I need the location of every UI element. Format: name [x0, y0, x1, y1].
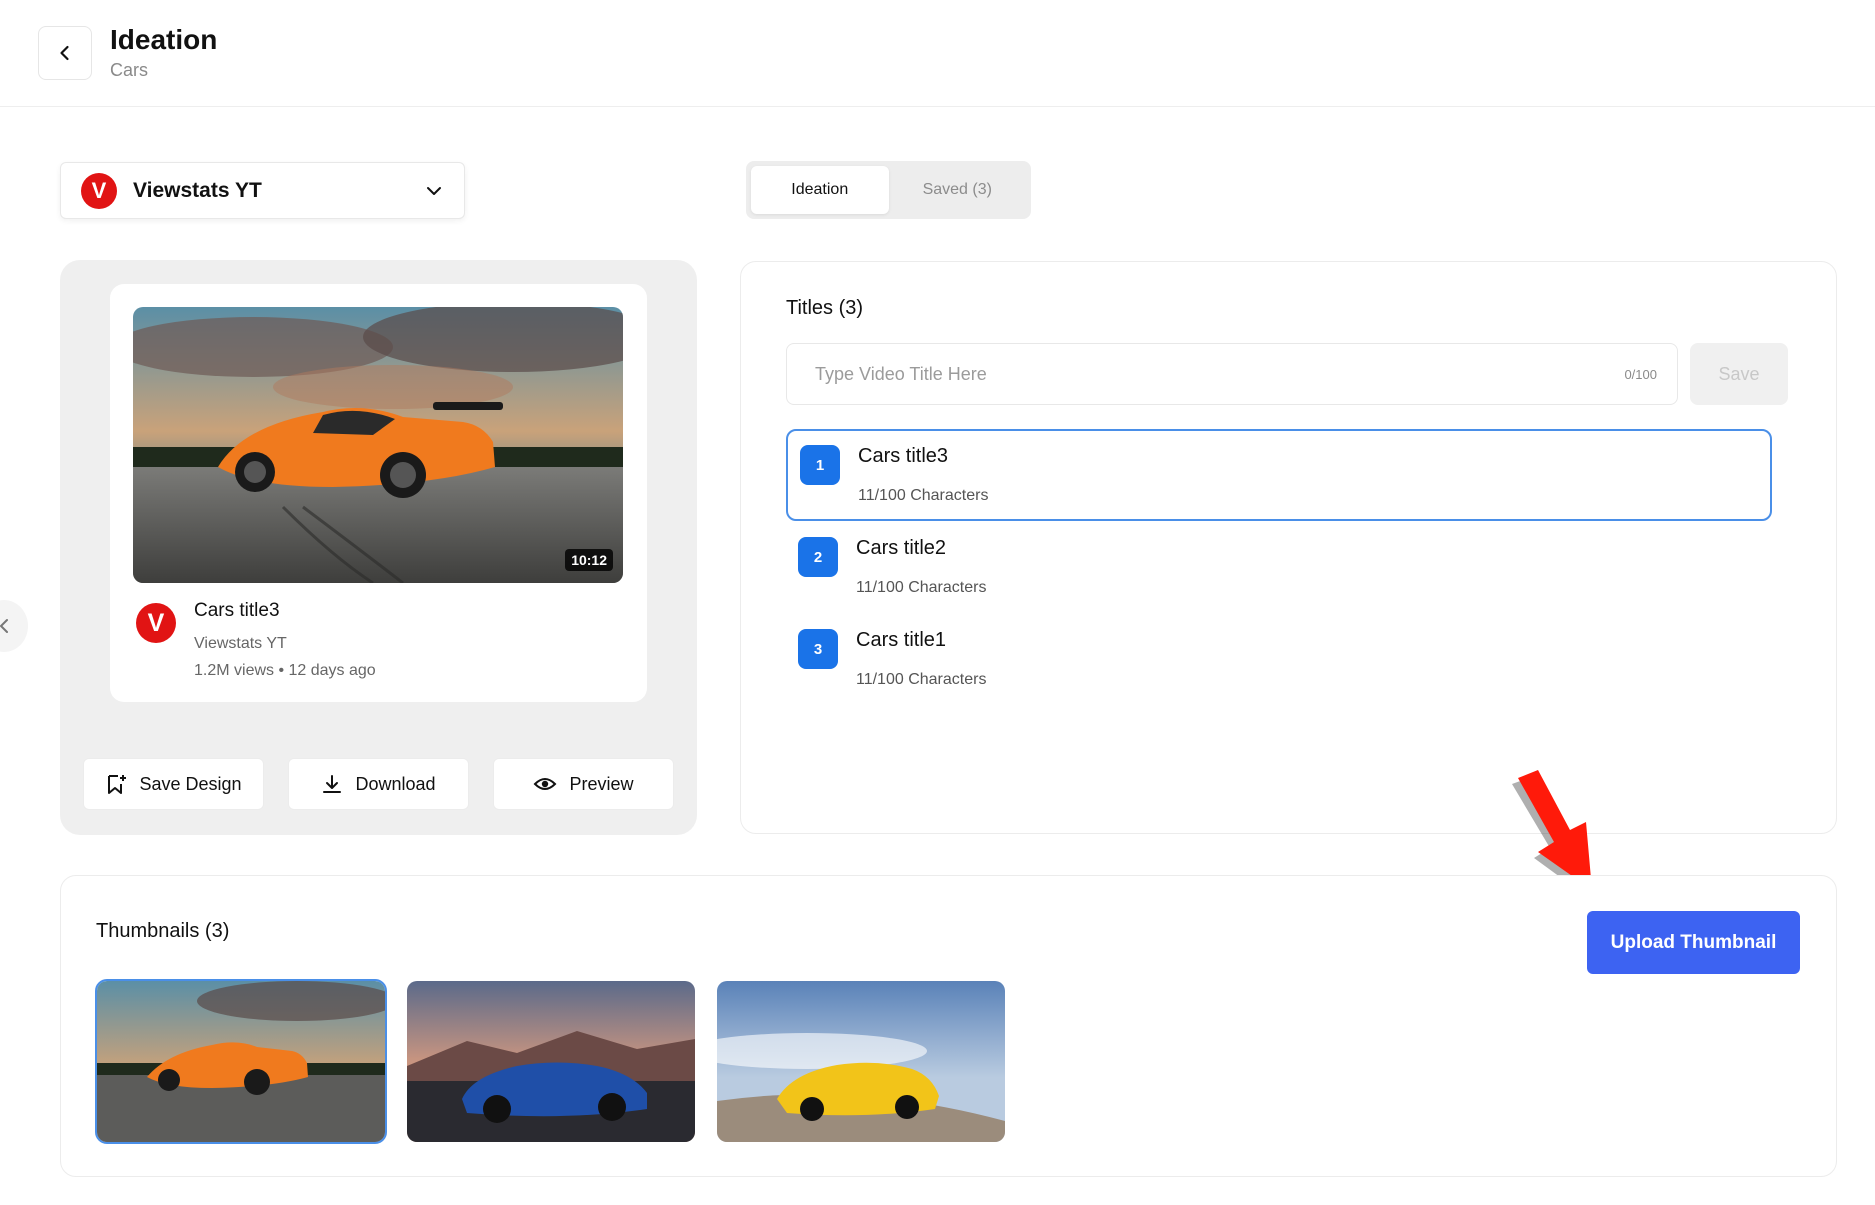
previous-button[interactable]: [0, 600, 28, 652]
title-input-container: 0/100: [786, 343, 1678, 405]
car-image: [133, 307, 623, 583]
title-item-chars: 11/100 Characters: [856, 671, 987, 688]
title-input[interactable]: [815, 363, 1625, 385]
header-divider: [0, 106, 1875, 107]
car-image: [407, 981, 695, 1142]
title-item-chars: 11/100 Characters: [858, 487, 989, 504]
thumbnail-option[interactable]: [407, 981, 695, 1142]
chevron-left-icon: [60, 45, 69, 61]
video-channel: Viewstats YT: [194, 635, 287, 652]
car-image: [717, 981, 1005, 1142]
channel-select[interactable]: V Viewstats YT: [60, 162, 465, 219]
channel-avatar: V: [136, 603, 176, 643]
title-number-badge: 3: [798, 629, 838, 669]
save-design-label: Save Design: [139, 773, 242, 794]
video-title: Cars title3: [194, 600, 280, 621]
download-icon: [323, 775, 342, 793]
title-char-count: 0/100: [1624, 366, 1657, 382]
title-number-badge: 2: [798, 537, 838, 577]
thumbnail-option[interactable]: [717, 981, 1005, 1142]
download-label: Download: [355, 773, 436, 794]
preview-button[interactable]: Preview: [493, 758, 674, 810]
preview-thumbnail: 10:12: [133, 307, 623, 583]
channel-name: Viewstats YT: [133, 178, 262, 202]
title-item-text: Cars title1: [856, 629, 947, 651]
chevron-down-icon: [427, 186, 441, 195]
eye-icon: [534, 778, 557, 790]
thumbnails-heading: Thumbnails (3): [96, 920, 230, 942]
page-subtitle: Cars: [110, 60, 149, 80]
title-item-text: Cars title2: [856, 537, 947, 559]
preview-label: Preview: [569, 773, 634, 794]
download-button[interactable]: Download: [288, 758, 469, 810]
thumbnail-option[interactable]: [95, 979, 387, 1144]
video-duration: 10:12: [565, 549, 613, 571]
title-item[interactable]: 2 Cars title2 11/100 Characters: [786, 523, 1772, 615]
title-item[interactable]: 3 Cars title1 11/100 Characters: [786, 615, 1772, 707]
video-meta: 1.2M views • 12 days ago: [194, 662, 376, 679]
title-number-badge: 1: [800, 445, 840, 485]
tab-ideation[interactable]: Ideation: [751, 166, 889, 214]
bookmark-plus-icon: [108, 775, 127, 794]
tab-saved[interactable]: Saved (3): [889, 166, 1027, 214]
car-image: [97, 981, 385, 1142]
title-item[interactable]: 1 Cars title3 11/100 Characters: [786, 429, 1772, 521]
titles-heading: Titles (3): [786, 297, 864, 319]
title-item-chars: 11/100 Characters: [856, 579, 987, 596]
save-title-button[interactable]: Save: [1690, 343, 1788, 405]
view-tabs: Ideation Saved (3): [746, 161, 1031, 219]
channel-logo: V: [81, 172, 117, 209]
chevron-left-icon: [0, 619, 8, 633]
save-design-button[interactable]: Save Design: [83, 758, 264, 810]
page-title: Ideation: [110, 24, 218, 55]
back-button[interactable]: [38, 26, 92, 80]
title-item-text: Cars title3: [858, 445, 949, 467]
upload-thumbnail-button[interactable]: Upload Thumbnail: [1587, 911, 1800, 974]
